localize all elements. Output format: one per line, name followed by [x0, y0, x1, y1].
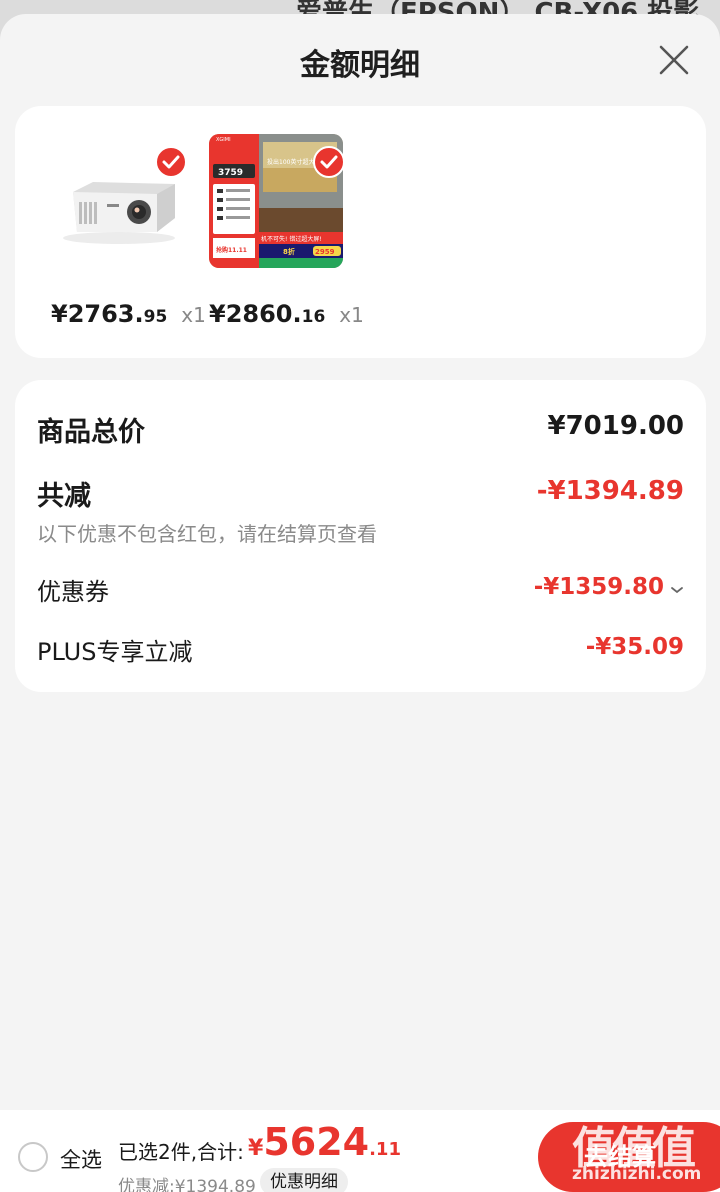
amount-detail-sheet: 金额明细 ¥2763.95 x1 XGIMI 3759 投出100英寸超大画面 … — [0, 14, 720, 1192]
sheet-title: 金额明细 — [300, 48, 420, 83]
chevron-down-icon[interactable] — [670, 580, 684, 599]
watermark: 值值值 zhizhizhi.com — [566, 1110, 720, 1192]
selected-count-text: 已选2件,合计: — [118, 1140, 244, 1164]
total-price-value: ¥7019.00 — [547, 411, 684, 441]
plus-value: -¥35.09 — [585, 634, 684, 660]
svg-text:抢购11.11: 抢购11.11 — [216, 246, 247, 254]
checkmark-icon[interactable] — [155, 146, 187, 178]
products-card: ¥2763.95 x1 XGIMI 3759 投出100英寸超大画面 机不可失!… — [15, 106, 706, 358]
svg-text:XGIMI: XGIMI — [216, 137, 231, 143]
checkmark-icon[interactable] — [313, 146, 345, 178]
product-item[interactable]: ¥2763.95 x1 — [43, 106, 206, 358]
total-reduce-value: -¥1394.89 — [536, 476, 684, 506]
product-item[interactable]: XGIMI 3759 投出100英寸超大画面 机不可失! 错过超大屏! 8折 2… — [201, 106, 364, 358]
sheet-header: 金额明细 — [0, 14, 720, 106]
close-icon[interactable] — [656, 42, 692, 78]
total-price-label: 商品总价 — [37, 417, 145, 448]
summary-card: 商品总价 ¥7019.00 共减 -¥1394.89 以下优惠不包含红包，请在结… — [15, 380, 706, 692]
select-all-radio[interactable] — [18, 1142, 48, 1172]
select-all-label[interactable]: 全选 — [60, 1144, 102, 1174]
product-price: ¥2763.95 x1 — [51, 300, 206, 328]
plus-label: PLUS专享立减 — [37, 638, 193, 666]
svg-text:2959: 2959 — [315, 248, 335, 256]
watermark-url: zhizhizhi.com — [572, 1164, 702, 1184]
reduce-note: 以下优惠不包含红包，请在结算页查看 — [37, 522, 377, 546]
total-amount: ¥5624.11 — [248, 1120, 401, 1164]
product-price: ¥2860.16 x1 — [209, 300, 364, 328]
svg-text:机不可失! 错过超大屏!: 机不可失! 错过超大屏! — [261, 235, 322, 243]
total-reduce-label: 共减 — [37, 481, 91, 512]
coupon-label: 优惠券 — [37, 578, 109, 606]
discount-summary: 优惠减:¥1394.89 — [118, 1177, 256, 1192]
coupon-row-value[interactable]: -¥1359.80 — [534, 574, 684, 600]
svg-text:3759: 3759 — [218, 168, 243, 178]
svg-text:8折: 8折 — [283, 247, 295, 256]
discount-detail-button[interactable]: 优惠明细 — [260, 1168, 348, 1192]
coupon-value: -¥1359.80 — [533, 574, 664, 600]
